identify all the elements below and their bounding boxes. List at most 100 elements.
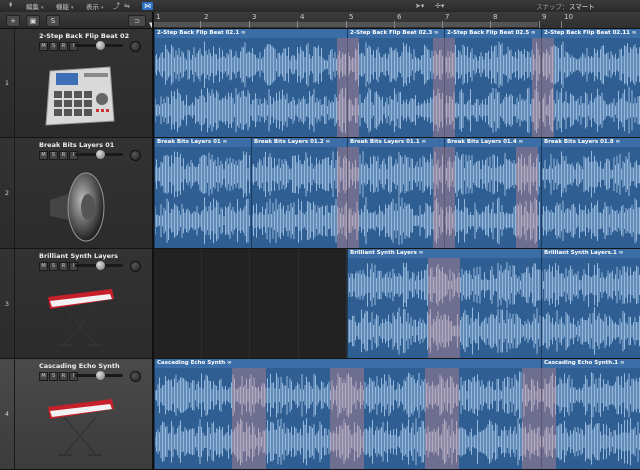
menu-functions[interactable]: 機能 ▾ xyxy=(56,1,74,11)
track-number: 1 xyxy=(0,29,15,137)
audio-region[interactable]: Break Bits Layers 01 ∞ xyxy=(154,138,251,248)
waveform xyxy=(542,263,640,355)
crossfade[interactable] xyxy=(337,38,359,137)
ruler-bar-number: 8 xyxy=(493,13,498,21)
crossfade[interactable] xyxy=(337,147,359,248)
crossfade[interactable] xyxy=(425,368,459,469)
waveform xyxy=(542,151,640,244)
pan-knob[interactable] xyxy=(130,150,141,161)
crossfade[interactable] xyxy=(232,368,266,469)
chevron-down-icon: ▾ xyxy=(41,5,44,11)
speaker-icon xyxy=(50,172,105,242)
crossfade[interactable] xyxy=(516,147,538,248)
waveform xyxy=(252,151,347,243)
crossfade[interactable] xyxy=(532,38,554,137)
track-number: 4 xyxy=(0,359,15,469)
track-header-3[interactable]: 3 Brilliant Synth Layers M S R I xyxy=(0,249,152,359)
solo-button[interactable]: S xyxy=(49,262,58,271)
audio-region[interactable]: Break Bits Layers 01.2 ∞ xyxy=(251,138,347,248)
record-button[interactable]: R xyxy=(59,262,68,271)
chevron-down-icon: ▾ xyxy=(71,5,74,11)
ruler-bar-number: 10 xyxy=(564,13,573,21)
crossfade[interactable] xyxy=(428,258,460,358)
add-track-button[interactable]: + xyxy=(6,15,20,27)
folder-icon[interactable]: ▣ xyxy=(26,15,40,27)
flex-tool-icon[interactable]: ⋈ xyxy=(142,2,153,10)
crossfade[interactable] xyxy=(330,368,364,469)
track-name[interactable]: 2-Step Back Flip Beat 02 xyxy=(39,32,129,40)
record-button[interactable]: R xyxy=(59,372,68,381)
menu-view[interactable]: 表示 ▾ xyxy=(86,1,104,11)
ruler-bar-number: 9 xyxy=(542,13,547,21)
track-header-toolbar: + ▣ S ⊃ xyxy=(0,12,152,29)
track-header-2[interactable]: 2 Break Bits Layers 01 M S R I xyxy=(0,138,152,249)
crossfade[interactable] xyxy=(433,147,455,248)
pan-knob[interactable] xyxy=(130,261,141,272)
audio-region[interactable]: Break Bits Layers 01.1 ∞ xyxy=(347,138,444,248)
track-header-4[interactable]: 4 Cascading Echo Synth M S R I xyxy=(0,359,152,470)
track-lane-1[interactable]: 2-Step Back Flip Beat 02.1 ∞ 2-Step Back… xyxy=(152,29,640,138)
track-name[interactable]: Cascading Echo Synth xyxy=(39,362,120,370)
track-number: 3 xyxy=(0,249,15,358)
waveform xyxy=(155,41,346,134)
volume-knob[interactable] xyxy=(96,261,105,270)
mute-button[interactable]: M xyxy=(39,262,48,271)
ruler-bar-number: 3 xyxy=(252,13,257,21)
solo-button[interactable]: S xyxy=(49,42,58,51)
waveform xyxy=(542,372,640,466)
track-header-1[interactable]: 1 2-Step Back Flip Beat 02 M S R I xyxy=(0,29,152,138)
menu-edit[interactable]: 編集 ▾ xyxy=(26,1,44,11)
cycle-range[interactable] xyxy=(152,22,538,27)
bar-ruler[interactable]: 1 2 3 4 5 6 7 8 9 10 ▼ xyxy=(149,12,640,29)
audio-region[interactable]: 2-Step Back Flip Beat 02.3 ∞ xyxy=(347,29,444,137)
pan-knob[interactable] xyxy=(130,41,141,52)
global-solo-button[interactable]: S xyxy=(46,15,60,27)
mute-button[interactable]: M xyxy=(39,151,48,160)
ruler-bar-number: 7 xyxy=(445,13,450,21)
crossfade[interactable] xyxy=(522,368,556,469)
synth-keyboard-icon xyxy=(48,399,114,456)
pointer-tool-icon[interactable]: ➤▾ xyxy=(415,2,424,10)
solo-button[interactable]: S xyxy=(49,151,58,160)
track-name[interactable]: Brilliant Synth Layers xyxy=(39,252,118,260)
ruler-bar-number: 1 xyxy=(156,13,161,21)
volume-knob[interactable] xyxy=(96,150,105,159)
crossfade[interactable] xyxy=(433,38,455,137)
record-button[interactable]: R xyxy=(59,42,68,51)
waveform xyxy=(348,42,443,133)
track-lane-4[interactable]: Cascading Echo Synth ∞ Cascading Echo Sy… xyxy=(152,359,640,470)
waveform xyxy=(348,151,443,245)
ruler-bar-number: 4 xyxy=(300,13,305,21)
menu-glyph[interactable]: ⇞ xyxy=(8,1,13,9)
ruler-bar-number: 5 xyxy=(349,13,354,21)
chevron-down-icon: ▾ xyxy=(101,5,104,11)
audio-region[interactable]: Brilliant Synth Layers.1 ∞ xyxy=(541,249,640,358)
pan-knob[interactable] xyxy=(130,371,141,382)
audio-region[interactable]: Break Bits Layers 01.8 ∞ xyxy=(541,138,640,248)
snap-label: スナップ： xyxy=(536,3,569,11)
waveform xyxy=(445,41,540,133)
ruler-bar-number: 2 xyxy=(204,13,209,21)
record-button[interactable]: R xyxy=(59,151,68,160)
waveform xyxy=(155,151,250,244)
audio-region[interactable]: 2-Step Back Flip Beat 02.5 ∞ xyxy=(444,29,541,137)
volume-knob[interactable] xyxy=(96,371,105,380)
crosshair-tool-icon[interactable]: ✢▾ xyxy=(435,2,444,10)
waveform xyxy=(542,41,640,134)
audio-region[interactable]: 2-Step Back Flip Beat 02.11 ∞ xyxy=(541,29,640,137)
drum-machine-icon xyxy=(45,66,115,126)
snap-value[interactable]: スマート xyxy=(569,1,595,11)
link-icon[interactable]: ⇋ xyxy=(124,2,130,10)
synth-keyboard-icon xyxy=(48,289,114,346)
catch-icon[interactable]: ⤴ xyxy=(113,2,120,10)
solo-button[interactable]: S xyxy=(49,372,58,381)
mute-button[interactable]: M xyxy=(39,42,48,51)
track-lane-2[interactable]: Break Bits Layers 01 ∞ Break Bits Layers… xyxy=(152,138,640,249)
audio-region[interactable]: 2-Step Back Flip Beat 02.1 ∞ xyxy=(154,29,347,137)
mute-button[interactable]: M xyxy=(39,372,48,381)
track-name[interactable]: Break Bits Layers 01 xyxy=(39,141,114,149)
collapse-button[interactable]: ⊃ xyxy=(128,15,146,27)
volume-knob[interactable] xyxy=(96,41,105,50)
track-lane-3[interactable]: Brilliant Synth Layers ∞ Brilliant Synth… xyxy=(152,249,640,359)
ruler-bar-number: 6 xyxy=(397,13,402,21)
